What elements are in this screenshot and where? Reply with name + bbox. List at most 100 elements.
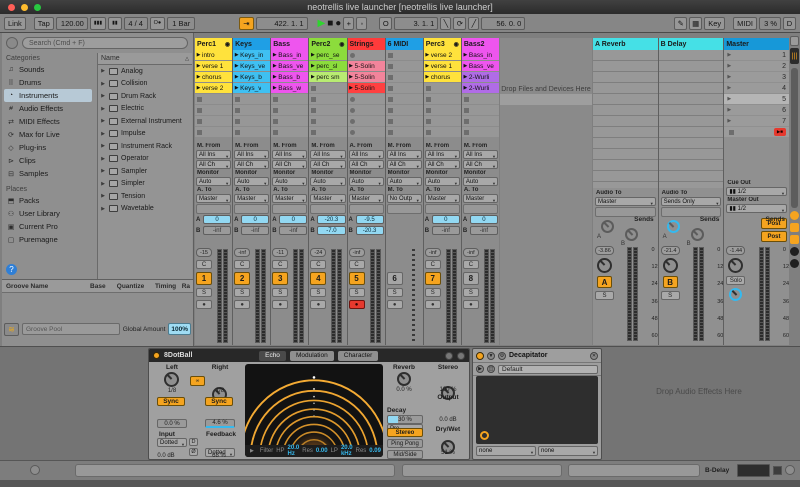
browser-item-operator[interactable]: ▶Operator — [98, 153, 192, 166]
empty-clip-slot[interactable] — [309, 116, 346, 126]
input-channel-dropdown[interactable]: All Ch — [310, 160, 345, 169]
track-activator-button[interactable]: 8 — [463, 272, 479, 285]
expand-icon[interactable]: ▶ — [100, 106, 106, 112]
sidebar-item-max-for-live[interactable]: ⟳Max for Live — [4, 128, 92, 141]
cue-out-dropdown[interactable]: ▮▮ 1/2 — [726, 187, 787, 196]
solo-button[interactable]: S — [234, 288, 250, 297]
scene-4[interactable]: ▶4 — [724, 83, 789, 93]
solo-button[interactable]: S — [196, 288, 212, 297]
clip-verse-1[interactable]: ▶verse 1 — [195, 61, 232, 71]
pan-knob[interactable]: C — [272, 260, 288, 269]
metronome2-icon[interactable]: ▮▮ — [108, 17, 122, 30]
arm-button[interactable]: ● — [310, 300, 326, 309]
volume-knob[interactable] — [597, 258, 612, 273]
feedback-value[interactable]: 68 % — [204, 453, 234, 459]
clip-play-icon[interactable]: ▶ — [462, 85, 469, 91]
input-type-dropdown[interactable]: All Ins — [234, 150, 269, 159]
clip-play-icon[interactable]: ▶ — [462, 63, 469, 69]
window-split-icon[interactable] — [790, 36, 799, 46]
clip-stop-icon[interactable] — [388, 75, 393, 80]
scene-1[interactable]: ▶1 — [724, 50, 789, 60]
draw-mode-icon[interactable]: ✎ — [674, 17, 687, 30]
expand-icon[interactable]: ▶ — [100, 168, 106, 174]
clip-5-solin[interactable]: ▶5-Solin — [348, 83, 385, 93]
clip-verse-2[interactable]: ▶verse 2 — [424, 50, 461, 60]
computer-midi-keyboard-icon[interactable]: ▦ — [689, 17, 702, 30]
clip-play-icon[interactable]: ▶ — [195, 63, 202, 69]
empty-clip-slot[interactable] — [271, 116, 308, 126]
mode-stereo-button[interactable]: Stereo — [387, 428, 423, 437]
empty-clip-slot[interactable] — [462, 127, 499, 137]
expand-icon[interactable]: ▶ — [100, 206, 106, 212]
output-dropdown[interactable]: Master — [196, 194, 231, 203]
send-amount[interactable]: -20.3 — [356, 226, 384, 235]
arm-button[interactable]: ● — [234, 300, 250, 309]
clip-bass-in[interactable]: ▶Bass_in — [462, 50, 499, 60]
send-amount[interactable]: -inf — [241, 226, 269, 235]
solo-button[interactable]: S — [349, 288, 365, 297]
track-header-circle-icon[interactable]: ◉ — [454, 41, 459, 48]
empty-clip-slot[interactable] — [386, 116, 423, 126]
expand-icon[interactable]: ▶ — [100, 181, 106, 187]
empty-clip-slot[interactable] — [386, 72, 423, 82]
return-header[interactable]: B Delay — [659, 38, 724, 50]
volume-knob[interactable] — [728, 258, 743, 273]
clip-stop-icon[interactable] — [388, 108, 393, 113]
left-offset-value[interactable]: 0.0 % — [157, 419, 187, 428]
show-crossfade-toggle-icon[interactable] — [790, 259, 799, 268]
send-amount[interactable]: 0 — [203, 215, 231, 224]
clip-chorus[interactable]: ▶chorus — [424, 72, 461, 82]
solo-button[interactable]: S — [387, 288, 403, 297]
loop-length-display[interactable]: 56. 0. 0 — [481, 17, 525, 30]
clip-stop-icon[interactable] — [273, 108, 278, 113]
clip-stop-icon[interactable] — [388, 130, 393, 135]
drop-audio-effects-hint[interactable]: Drop Audio Effects Here — [604, 387, 794, 396]
volume-knob-value[interactable]: -inf — [349, 248, 365, 257]
plugin-on-toggle[interactable] — [476, 352, 484, 360]
empty-clip-slot[interactable] — [309, 127, 346, 137]
clip-stop-icon[interactable] — [197, 97, 202, 102]
sidebar-item-midi-effects[interactable]: ⇄MIDI Effects — [4, 115, 92, 128]
clip-play-icon[interactable]: ▶ — [462, 74, 469, 80]
clip-perc-se[interactable]: ▶perc_se — [309, 50, 346, 60]
empty-clip-slot[interactable] — [424, 105, 461, 115]
key-map-button[interactable]: Key — [704, 17, 725, 30]
show-mixer-toggle-icon[interactable] — [790, 247, 799, 256]
input-channel-dropdown[interactable]: All Ch — [387, 160, 422, 169]
empty-clip-slot[interactable] — [271, 105, 308, 115]
expand-icon[interactable]: ▶ — [100, 156, 106, 162]
track-activator-button[interactable]: 3 — [272, 272, 288, 285]
phase-button[interactable]: Ø — [189, 448, 198, 456]
pan-knob[interactable]: C — [234, 260, 250, 269]
empty-clip-slot[interactable] — [386, 50, 423, 60]
clip-bass-b[interactable]: ▶Bass_b — [271, 72, 308, 82]
unfold-icon[interactable]: ▼ — [487, 352, 495, 360]
close-icon[interactable]: ✕ — [590, 352, 598, 360]
notification-icon[interactable] — [785, 465, 795, 475]
track-header[interactable]: Perc2◉ — [309, 38, 346, 50]
expand-icon[interactable]: ▶ — [100, 93, 106, 99]
empty-clip-slot[interactable] — [386, 94, 423, 104]
track-header-circle-icon[interactable]: ◉ — [339, 41, 344, 48]
clip-stop-icon[interactable] — [235, 97, 240, 102]
right-sync-button[interactable]: Sync — [205, 397, 233, 406]
clip-play-icon[interactable]: ▶ — [348, 74, 355, 80]
automation-arm-button[interactable]: O — [379, 17, 392, 30]
scene-5[interactable]: ▶5 — [724, 94, 789, 104]
input-type-dropdown[interactable]: All Ins — [310, 150, 345, 159]
output-dropdown[interactable]: No Outp — [387, 194, 422, 203]
punch-out-icon[interactable]: ╱ — [468, 17, 479, 30]
hp-value[interactable]: 20.0 Hz — [288, 445, 300, 457]
arm-button[interactable]: ● — [387, 300, 403, 309]
send-amount[interactable]: -20.3 — [317, 215, 345, 224]
empty-clip-slot[interactable] — [233, 105, 270, 115]
clip-stop-icon[interactable] — [388, 119, 393, 124]
arm-button[interactable]: ● — [272, 300, 288, 309]
clip-stop-icon[interactable] — [388, 86, 393, 91]
place-item-packs[interactable]: ⬒Packs — [4, 194, 92, 207]
reverb-knob[interactable] — [397, 372, 411, 386]
send-amount[interactable]: -inf — [470, 226, 498, 235]
output-dropdown[interactable]: Master — [463, 194, 498, 203]
place-item-current-pro[interactable]: ▣Current Pro — [4, 220, 92, 233]
monitor-dropdown[interactable]: Auto — [349, 177, 384, 186]
